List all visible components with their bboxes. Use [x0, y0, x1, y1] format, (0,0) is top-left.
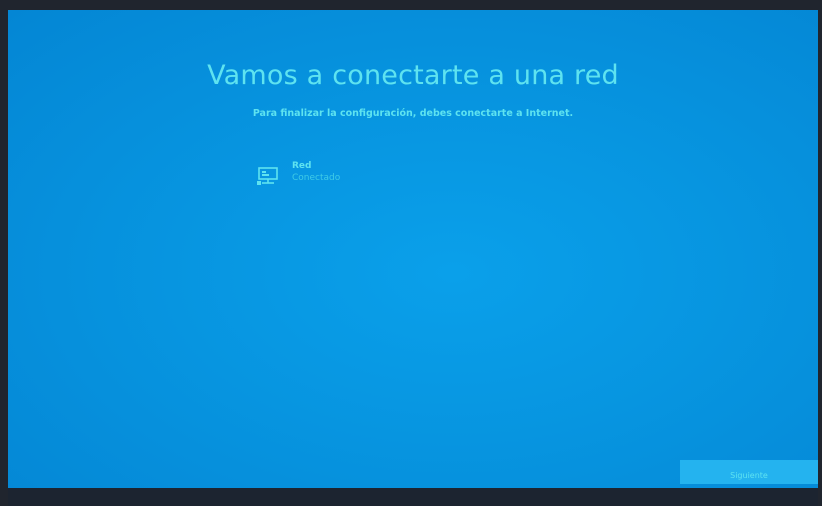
next-button[interactable]: Siguiente	[680, 460, 818, 484]
page-title: Vamos a conectarte a una red	[207, 60, 619, 91]
network-status: Conectado	[292, 173, 341, 183]
oobe-screen: Vamos a conectarte a una red Para finali…	[8, 10, 818, 488]
monitor-bottom-bezel	[8, 488, 818, 506]
network-list-item[interactable]: Red Conectado	[256, 160, 416, 196]
network-name: Red	[292, 161, 312, 171]
page-subtitle: Para finalizar la configuración, debes c…	[252, 108, 574, 119]
wired-network-icon	[257, 167, 278, 185]
network-text: Red Conectado	[292, 160, 340, 184]
